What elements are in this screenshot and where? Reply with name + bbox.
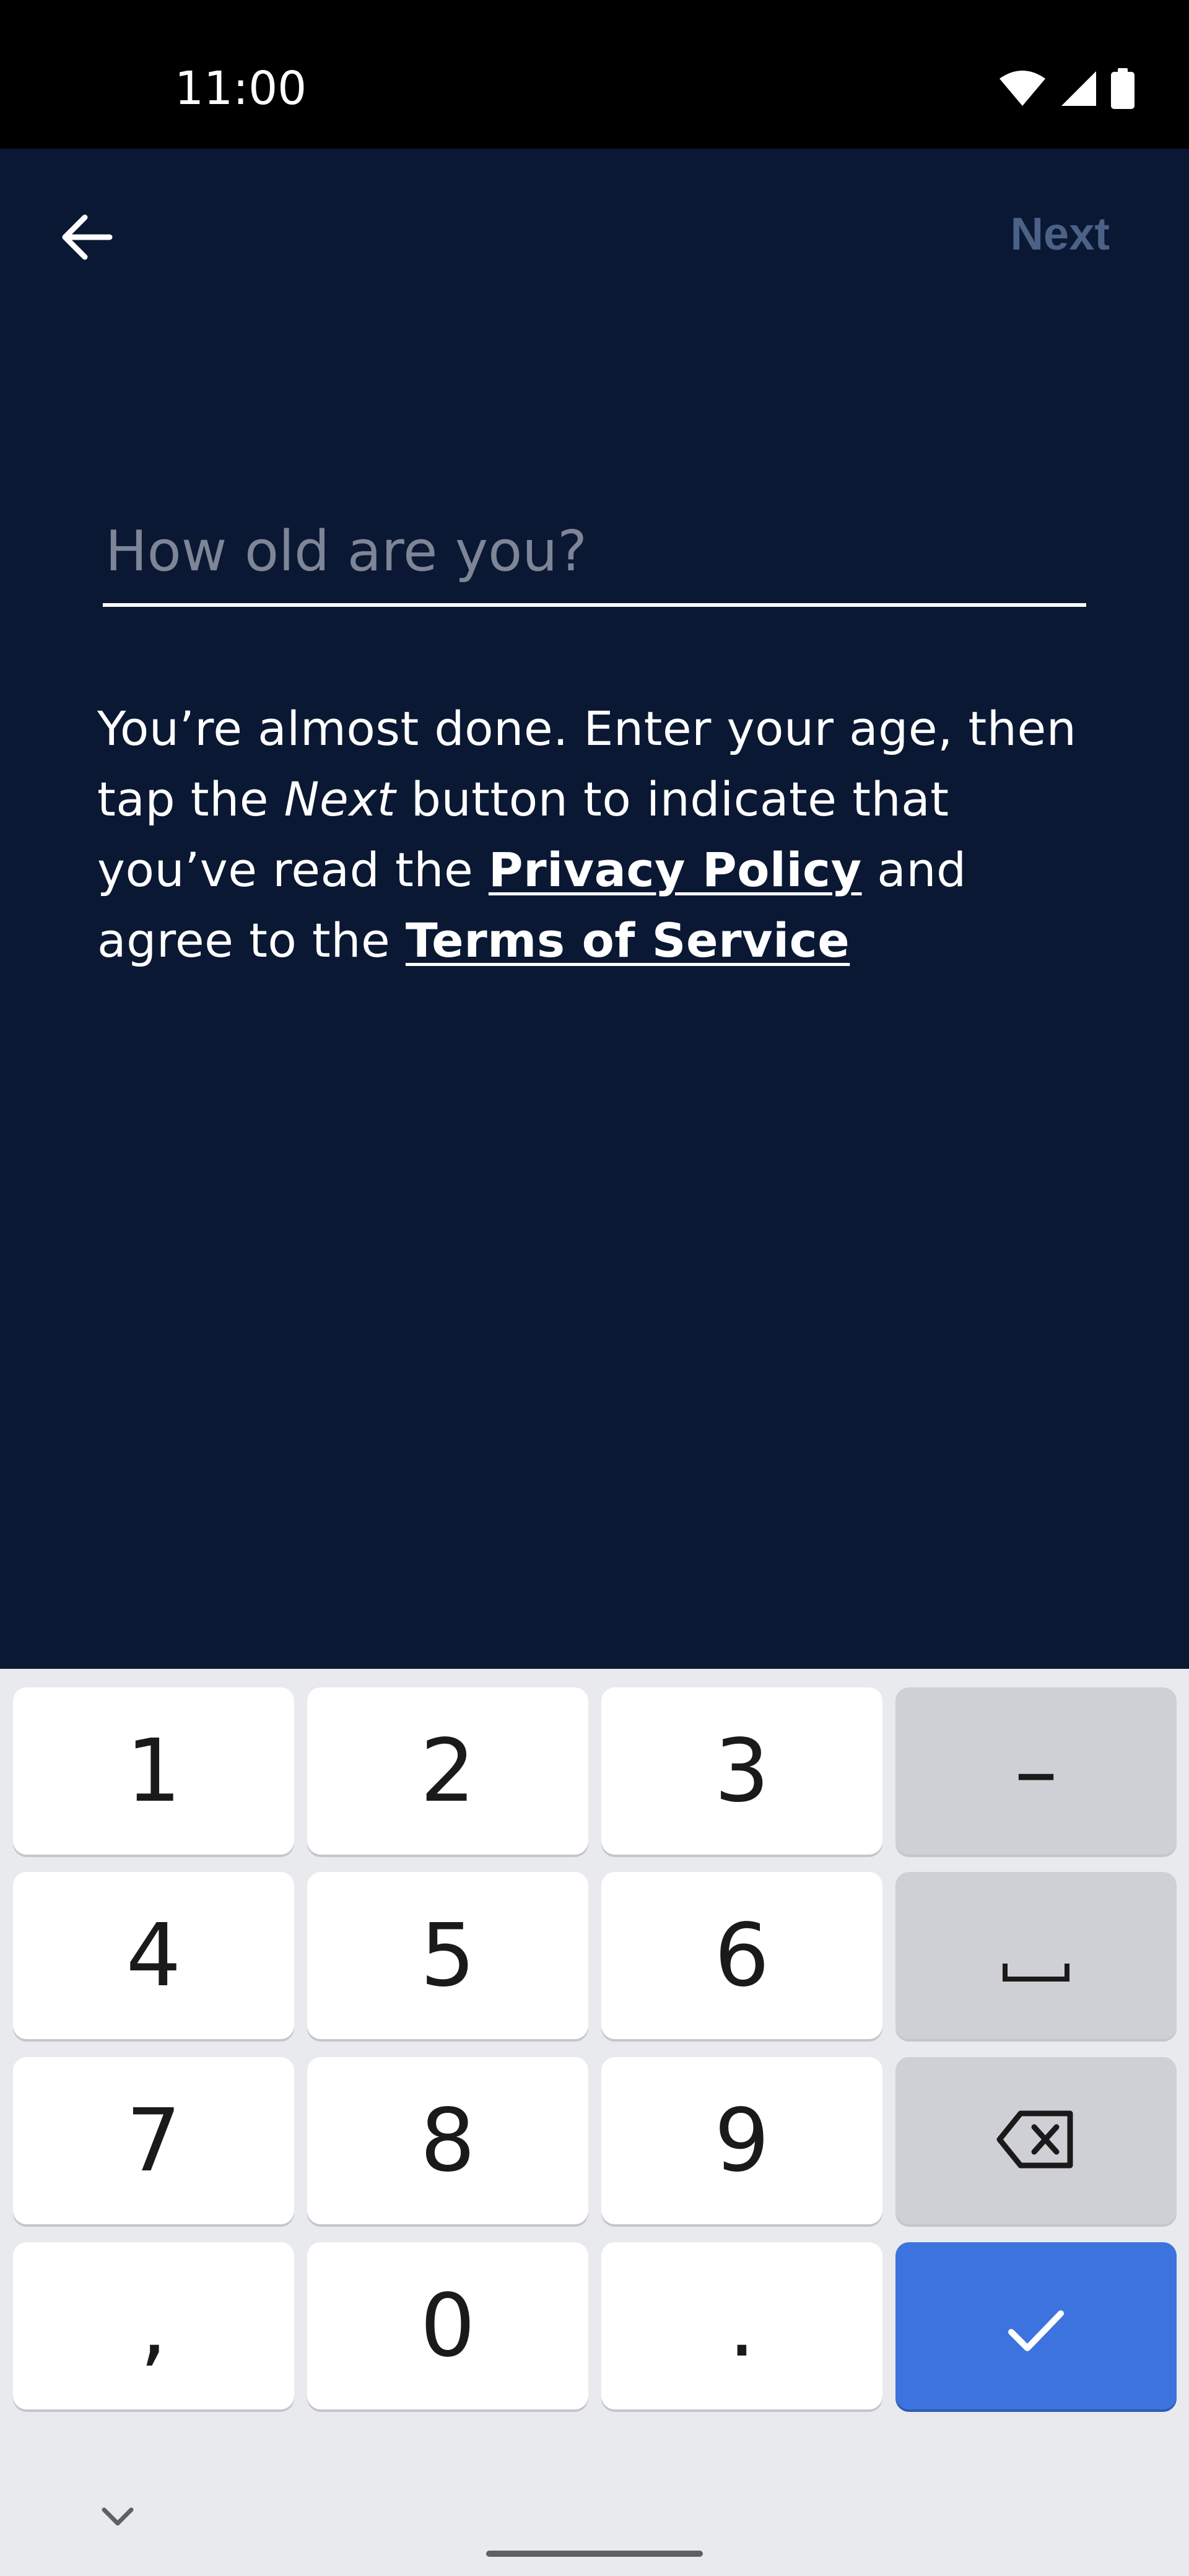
key-0[interactable]: 0 — [307, 2242, 588, 2409]
key-6[interactable]: 6 — [601, 1872, 882, 2039]
status-icons — [998, 67, 1135, 110]
next-button[interactable]: Next — [1011, 207, 1110, 260]
key-7[interactable]: 7 — [13, 2057, 294, 2224]
back-button[interactable] — [50, 201, 124, 276]
status-bar: 11:00 — [0, 0, 1189, 149]
numeric-keyboard: 1 2 3 – 4 5 6 7 8 9 , 0 . — [0, 1669, 1189, 2576]
arrow-left-icon — [59, 212, 115, 265]
battery-icon — [1111, 68, 1135, 109]
privacy-policy-link[interactable]: Privacy Policy — [489, 842, 862, 897]
consent-text: You’re almost done. Enter your age, then… — [97, 694, 1100, 976]
age-entry-screen: Next You’re almost done. Enter your age,… — [0, 149, 1189, 1669]
chevron-down-icon — [99, 2504, 136, 2531]
gesture-home-bar[interactable] — [486, 2551, 703, 2557]
cellular-signal-icon — [1060, 70, 1097, 107]
hide-keyboard-button[interactable] — [93, 2492, 142, 2542]
key-3[interactable]: 3 — [601, 1687, 882, 1855]
key-dash[interactable]: – — [895, 1687, 1177, 1855]
key-period[interactable]: . — [601, 2242, 882, 2409]
key-9[interactable]: 9 — [601, 2057, 882, 2224]
check-icon — [1005, 2276, 1067, 2377]
consent-next-word: Next — [284, 772, 396, 827]
key-8[interactable]: 8 — [307, 2057, 588, 2224]
space-icon — [1002, 1905, 1070, 2006]
terms-of-service-link[interactable]: Terms of Service — [406, 913, 850, 968]
key-2[interactable]: 2 — [307, 1687, 588, 1855]
key-4[interactable]: 4 — [13, 1872, 294, 2039]
key-enter[interactable] — [895, 2242, 1177, 2409]
key-comma[interactable]: , — [13, 2242, 294, 2409]
backspace-icon — [996, 2091, 1076, 2191]
key-1[interactable]: 1 — [13, 1687, 294, 1855]
key-backspace[interactable] — [895, 2057, 1177, 2224]
status-time: 11:00 — [175, 62, 307, 115]
wifi-icon — [998, 70, 1047, 107]
key-5[interactable]: 5 — [307, 1872, 588, 2039]
key-space[interactable] — [895, 1872, 1177, 2039]
age-input[interactable] — [103, 502, 1086, 601]
age-field — [103, 502, 1086, 607]
